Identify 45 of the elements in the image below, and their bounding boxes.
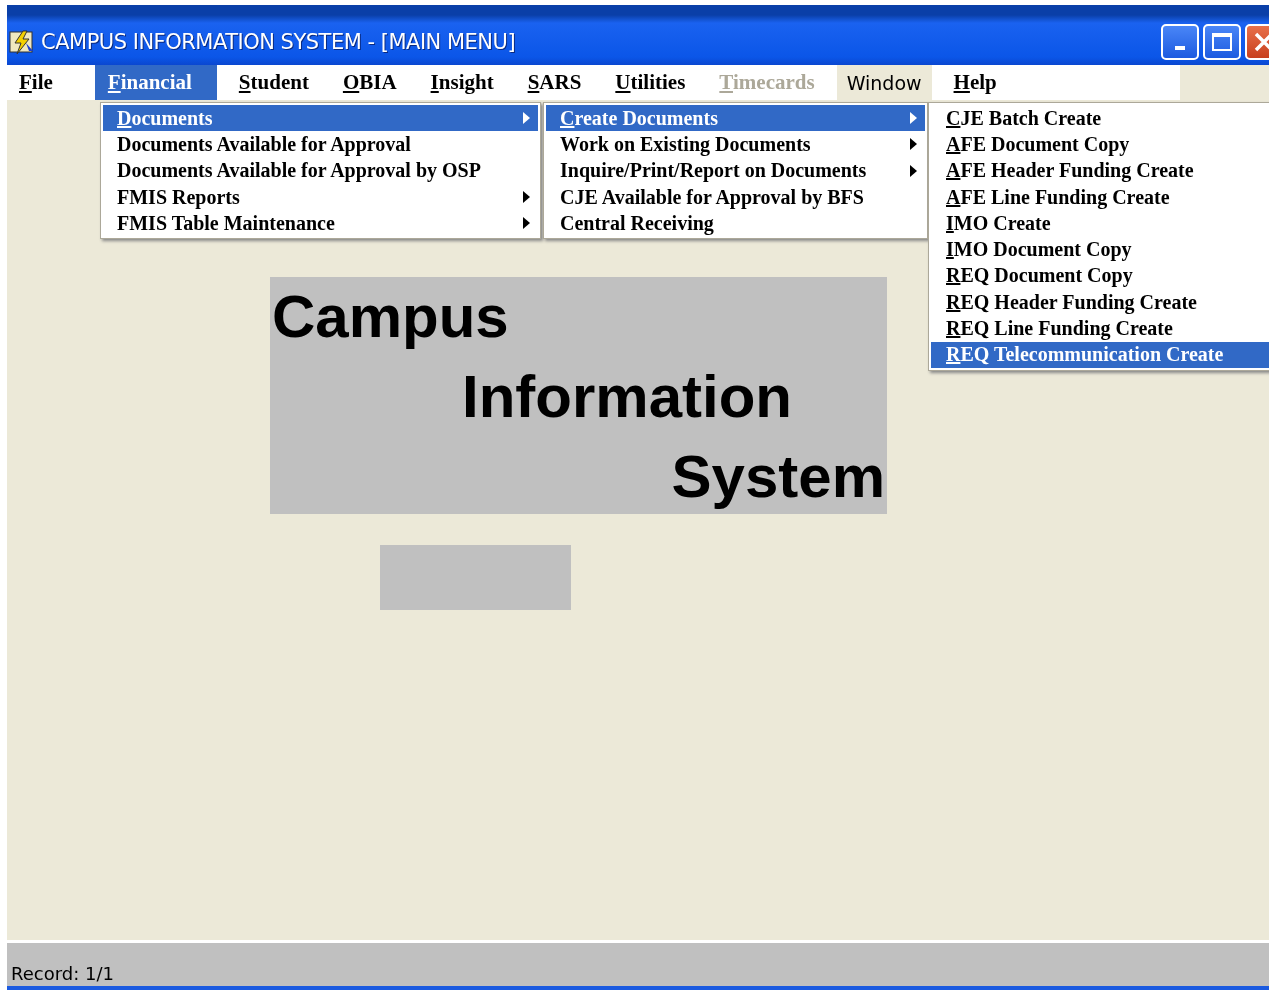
menu-entry[interactable]: IMO Document Copy bbox=[931, 236, 1269, 263]
minimize-icon bbox=[1175, 46, 1185, 50]
menu-entry[interactable]: Inquire/Print/Report on Documents bbox=[546, 157, 925, 184]
menu-item[interactable]: OBIA bbox=[330, 65, 409, 100]
submenu-arrow-icon bbox=[523, 191, 530, 204]
menu-item[interactable]: Financial bbox=[94, 65, 217, 100]
menu-item[interactable]: Utilities bbox=[603, 65, 698, 100]
menu-item[interactable]: Help bbox=[941, 65, 1009, 100]
menu-entry[interactable]: CJE Available for Approval by BFS bbox=[546, 183, 925, 211]
logo-text: Information bbox=[461, 362, 792, 432]
minimize-button[interactable] bbox=[1161, 24, 1199, 60]
menu-entry[interactable]: REQ Line Funding Create bbox=[931, 315, 1269, 342]
submenu-arrow-icon bbox=[910, 164, 917, 177]
window-title: CAMPUS INFORMATION SYSTEM - [MAIN MENU] bbox=[41, 30, 516, 54]
logo-text: Campus bbox=[271, 282, 509, 352]
menu-entry[interactable]: Work on Existing Documents bbox=[546, 131, 925, 158]
menu-entry[interactable]: Documents Available for Approval by OSP bbox=[103, 157, 538, 184]
submenu-arrow-icon bbox=[523, 112, 530, 125]
submenu-arrow-icon bbox=[910, 138, 917, 151]
menu-item[interactable]: File bbox=[7, 65, 65, 100]
menu-item[interactable]: SARS bbox=[515, 65, 594, 100]
menu-item[interactable]: Window bbox=[836, 65, 932, 100]
menu-entry[interactable]: AFE Document Copy bbox=[931, 131, 1269, 158]
lightning-icon bbox=[9, 29, 35, 55]
menu-entry[interactable]: Central Receiving bbox=[546, 210, 925, 237]
menu-item[interactable]: Student bbox=[226, 65, 321, 100]
maximize-icon bbox=[1212, 33, 1232, 51]
menu-entry[interactable]: Documents bbox=[103, 105, 538, 132]
menu-entry[interactable]: FMIS Table Maintenance bbox=[103, 210, 538, 237]
menu-entry[interactable]: AFE Line Funding Create bbox=[931, 183, 1269, 211]
maximize-button[interactable] bbox=[1203, 24, 1241, 60]
menu-entry[interactable]: REQ Telecommunication Create bbox=[931, 341, 1269, 368]
menu-entry[interactable]: Documents Available for Approval bbox=[103, 131, 538, 158]
menu-entry[interactable]: Create Documents bbox=[546, 105, 925, 132]
menu-entry[interactable]: REQ Header Funding Create bbox=[931, 289, 1269, 316]
logo-text: System bbox=[671, 442, 886, 512]
menu-entry[interactable]: CJE Batch Create bbox=[931, 105, 1269, 132]
menu-entry[interactable]: IMO Create bbox=[931, 210, 1269, 237]
menu-entry[interactable]: AFE Header Funding Create bbox=[931, 157, 1269, 184]
menu-entry[interactable]: FMIS Reports bbox=[103, 183, 538, 211]
menu-item[interactable]: Insight bbox=[418, 65, 506, 100]
submenu-arrow-icon bbox=[523, 217, 530, 230]
record-counter: Record: 1/1 bbox=[11, 963, 114, 984]
menu-entry[interactable]: REQ Document Copy bbox=[931, 262, 1269, 290]
submenu-arrow-icon bbox=[910, 112, 917, 125]
